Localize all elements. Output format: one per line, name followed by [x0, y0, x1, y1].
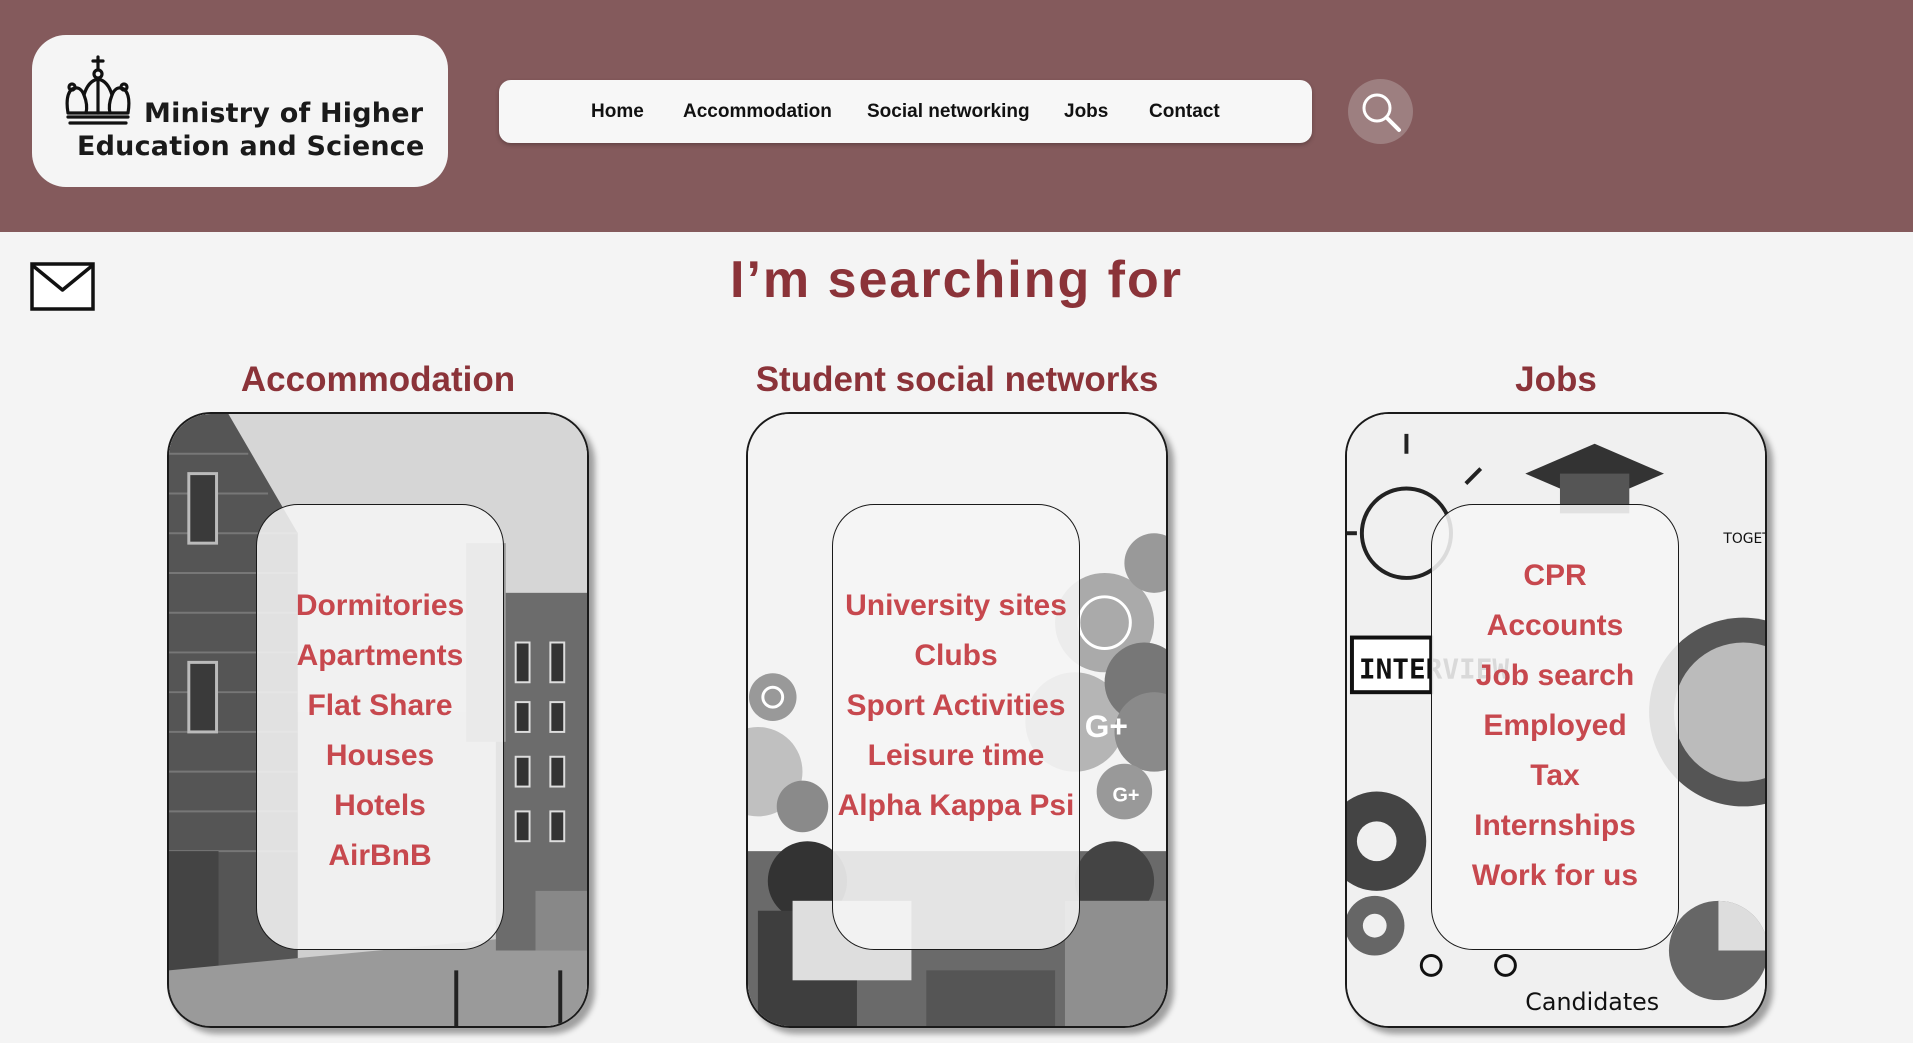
social-networks-card: G+ G+ University sites Clubs Sport Activ…: [746, 412, 1168, 1028]
link-alpha-kappa-psi[interactable]: Alpha Kappa Psi: [833, 781, 1079, 831]
link-tax[interactable]: Tax: [1432, 751, 1678, 801]
link-university-sites[interactable]: University sites: [833, 581, 1079, 631]
jobs-candidates-text: Candidates: [1525, 988, 1659, 1016]
link-airbnb[interactable]: AirBnB: [257, 831, 503, 881]
link-flat-share[interactable]: Flat Share: [257, 681, 503, 731]
nav-home[interactable]: Home: [591, 80, 644, 143]
svg-text:G+: G+: [1085, 708, 1128, 744]
link-employed[interactable]: Employed: [1432, 701, 1678, 751]
brand-line-1: Ministry of Higher: [144, 98, 424, 129]
site-header: Ministry of Higher Education and Science…: [0, 0, 1913, 232]
nav-jobs[interactable]: Jobs: [1064, 80, 1108, 143]
link-job-search[interactable]: Job search: [1432, 651, 1678, 701]
link-houses[interactable]: Houses: [257, 731, 503, 781]
jobs-heading: Jobs: [1515, 360, 1597, 399]
page-title: I’m searching for: [730, 251, 1183, 309]
nav-contact[interactable]: Contact: [1149, 80, 1220, 143]
link-sport-activities[interactable]: Sport Activities: [833, 681, 1079, 731]
link-clubs[interactable]: Clubs: [833, 631, 1079, 681]
jobs-card: INTERVIEW TOGET Candidates CPR Accounts …: [1345, 412, 1767, 1028]
jobs-together-text: TOGET: [1722, 531, 1765, 547]
social-networks-heading: Student social networks: [755, 360, 1159, 399]
main-nav: Home Accommodation Social networking Job…: [499, 80, 1312, 143]
search-button[interactable]: [1348, 79, 1413, 144]
jobs-links-panel: CPR Accounts Job search Employed Tax Int…: [1431, 504, 1679, 950]
link-apartments[interactable]: Apartments: [257, 631, 503, 681]
social-links-panel: University sites Clubs Sport Activities …: [832, 504, 1080, 950]
link-dormitories[interactable]: Dormitories: [257, 581, 503, 631]
link-accounts[interactable]: Accounts: [1432, 601, 1678, 651]
ministry-logo[interactable]: Ministry of Higher Education and Science: [32, 35, 448, 187]
brand-name: Ministry of Higher Education and Science: [77, 97, 424, 163]
link-work-for-us[interactable]: Work for us: [1432, 851, 1678, 901]
svg-text:G+: G+: [1113, 784, 1140, 806]
link-leisure-time[interactable]: Leisure time: [833, 731, 1079, 781]
search-icon: [1362, 93, 1401, 132]
accommodation-card: Dormitories Apartments Flat Share Houses…: [167, 412, 589, 1028]
link-internships[interactable]: Internships: [1432, 801, 1678, 851]
accommodation-links-panel: Dormitories Apartments Flat Share Houses…: [256, 504, 504, 950]
link-cpr[interactable]: CPR: [1432, 551, 1678, 601]
nav-social-networking[interactable]: Social networking: [867, 80, 1030, 143]
brand-line-2: Education and Science: [77, 131, 425, 162]
link-hotels[interactable]: Hotels: [257, 781, 503, 831]
nav-accommodation[interactable]: Accommodation: [683, 80, 832, 143]
accommodation-heading: Accommodation: [240, 360, 516, 399]
crown-icon: [65, 55, 131, 125]
